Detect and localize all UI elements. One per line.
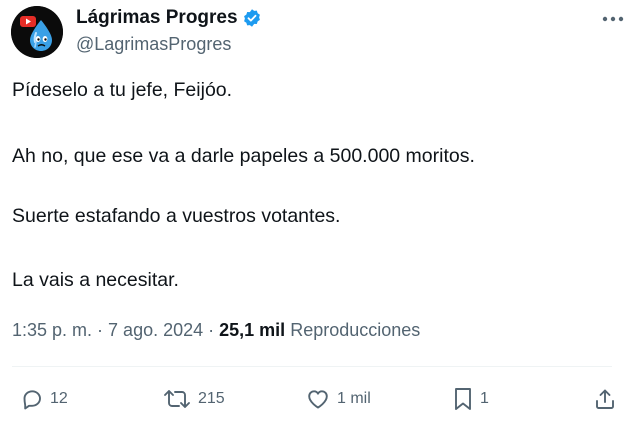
reply-icon — [23, 390, 41, 410]
tweet-line: Pídeselo a tu jefe, Feijóo. — [12, 79, 233, 101]
tweet-line: La vais a necesitar. — [12, 269, 179, 291]
heart-icon — [308, 390, 328, 409]
share-button[interactable] — [593, 384, 617, 414]
bookmark-count: 1 — [480, 390, 489, 407]
like-count: 1 mil — [337, 390, 371, 407]
tweet-line: Suerte estafando a vuestros votantes. — [12, 205, 341, 227]
more-options-button[interactable] — [600, 8, 626, 30]
author-handle[interactable]: @LagrimasProgres — [76, 34, 231, 55]
reply-button[interactable]: 12 — [20, 384, 68, 414]
avatar[interactable] — [11, 6, 63, 58]
tweet-time[interactable]: 1:35 p. m. — [12, 320, 92, 340]
crying-drop-mascot-icon — [11, 6, 63, 58]
verified-badge-icon — [242, 8, 262, 28]
bookmark-icon — [455, 388, 471, 410]
more-horizontal-icon — [602, 16, 624, 22]
author-name-text[interactable]: Lágrimas Progres — [76, 7, 238, 29]
tweet-line: Ah no, que ese va a darle papeles a 500.… — [12, 145, 475, 167]
meta-separator: · — [92, 320, 109, 340]
author-display-name[interactable]: Lágrimas Progres — [76, 7, 262, 29]
views-label: Reproducciones — [290, 320, 421, 340]
share-icon — [596, 389, 614, 409]
meta-separator: · — [203, 320, 220, 340]
divider — [12, 366, 612, 367]
retweet-count: 215 — [198, 390, 225, 407]
like-button[interactable]: 1 mil — [305, 384, 371, 414]
bookmark-button[interactable]: 1 — [452, 384, 489, 414]
retweet-button[interactable]: 215 — [162, 384, 225, 414]
tweet-card: Lágrimas Progres @LagrimasProgres Pídese… — [0, 0, 633, 429]
views-count[interactable]: 25,1 mil — [219, 320, 285, 340]
retweet-icon — [164, 390, 190, 408]
tweet-date[interactable]: 7 ago. 2024 — [108, 320, 203, 340]
reply-count: 12 — [50, 390, 68, 407]
tweet-meta: 1:35 p. m. · 7 ago. 2024 · 25,1 mil Repr… — [12, 320, 420, 341]
